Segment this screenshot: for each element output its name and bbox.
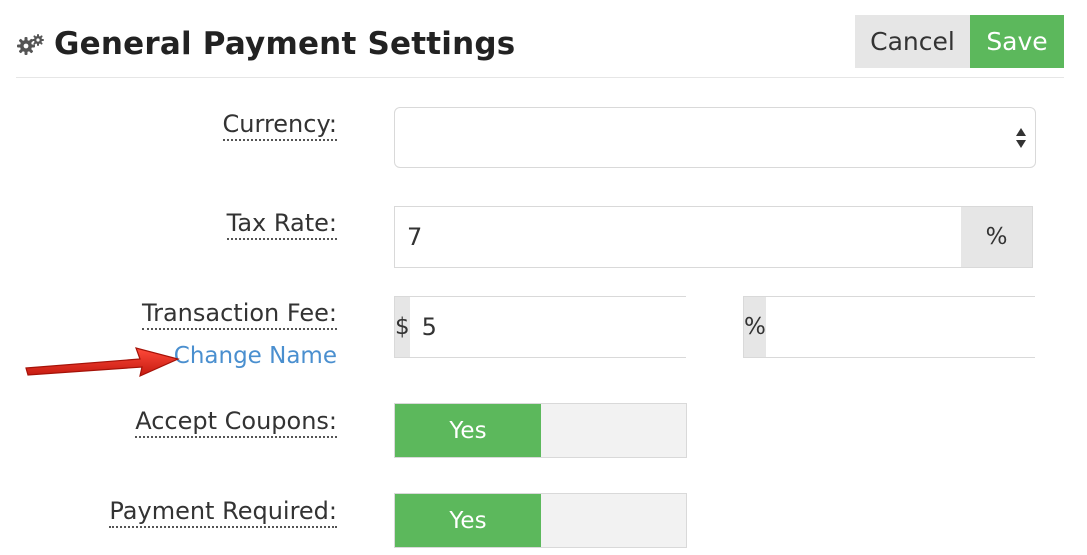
gears-icon bbox=[17, 34, 44, 55]
updown-arrows-icon bbox=[1016, 128, 1026, 148]
cancel-button[interactable]: Cancel bbox=[855, 15, 970, 68]
tax-rate-group: % bbox=[394, 206, 1033, 268]
accept-coupons-label: Accept Coupons: bbox=[135, 407, 337, 438]
transaction-fee-label: Transaction Fee: bbox=[141, 299, 337, 330]
payment-required-yes[interactable]: Yes bbox=[395, 494, 541, 547]
title-wrap: General Payment Settings bbox=[16, 26, 515, 62]
tax-rate-percent-addon: % bbox=[961, 207, 1032, 267]
payment-required-label: Payment Required: bbox=[109, 497, 337, 528]
transaction-fee-percent-input[interactable] bbox=[765, 297, 1078, 357]
percent-addon: % bbox=[744, 297, 766, 357]
transaction-fee-fixed-input[interactable] bbox=[409, 297, 722, 357]
red-arrow-pointer-icon bbox=[25, 347, 180, 378]
change-name-link[interactable]: Change Name bbox=[174, 343, 337, 369]
tax-rate-label: Tax Rate: bbox=[226, 209, 337, 240]
dollar-addon: $ bbox=[395, 297, 410, 357]
currency-label: Currency: bbox=[222, 110, 337, 141]
payment-required-toggle[interactable]: Yes bbox=[394, 493, 687, 548]
payment-settings-page: General Payment Settings Cancel Save Cur… bbox=[0, 0, 1087, 555]
accept-coupons-no-area[interactable] bbox=[541, 404, 686, 457]
tax-rate-input[interactable] bbox=[395, 207, 961, 267]
currency-select[interactable] bbox=[394, 107, 1036, 168]
accept-coupons-yes[interactable]: Yes bbox=[395, 404, 541, 457]
save-button[interactable]: Save bbox=[970, 15, 1064, 68]
page-title: General Payment Settings bbox=[54, 26, 516, 62]
header: General Payment Settings Cancel Save bbox=[16, 0, 1064, 78]
transaction-fee-percent-group: % bbox=[743, 296, 1078, 358]
transaction-fee-fixed-group: $ bbox=[394, 296, 722, 358]
payment-required-no-area[interactable] bbox=[541, 494, 686, 547]
accept-coupons-toggle[interactable]: Yes bbox=[394, 403, 687, 458]
